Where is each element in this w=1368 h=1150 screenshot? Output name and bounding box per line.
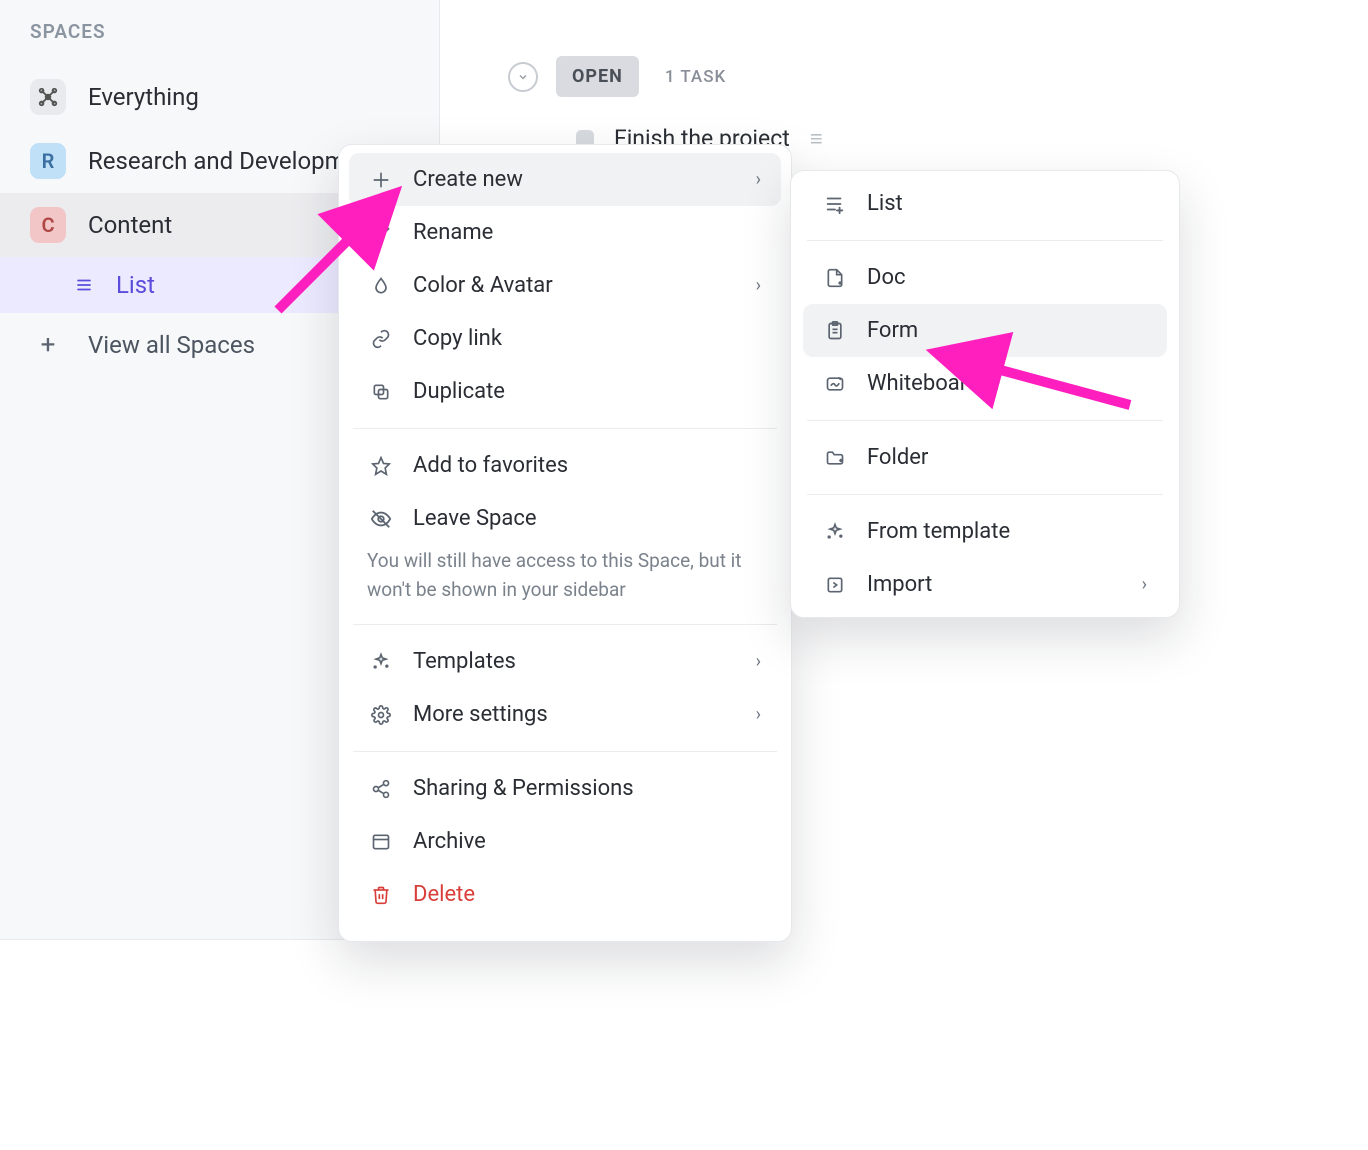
menu-separator [807, 494, 1163, 495]
submenu-doc[interactable]: Doc [803, 251, 1167, 304]
submenu-create-new: List Doc Form Whiteboard Folder From tem… [790, 170, 1180, 618]
folder-plus-icon [823, 446, 847, 470]
chevron-right-icon: › [756, 275, 761, 296]
sidebar-heading: SPACES [0, 16, 439, 65]
menu-archive[interactable]: Archive [349, 815, 781, 868]
drag-handle-icon[interactable]: ≡ [810, 126, 819, 152]
submenu-whiteboard[interactable]: Whiteboard [803, 357, 1167, 410]
plus-icon [369, 168, 393, 192]
menu-item-label: Create new [413, 167, 523, 192]
collapse-toggle[interactable] [508, 62, 538, 92]
menu-separator [353, 751, 777, 752]
import-icon [823, 573, 847, 597]
submenu-list[interactable]: List [803, 177, 1167, 230]
chevron-right-icon: › [756, 651, 761, 672]
trash-icon [369, 883, 393, 907]
menu-delete[interactable]: Delete [349, 868, 781, 921]
menu-item-label: Color & Avatar [413, 273, 553, 298]
menu-more-settings[interactable]: More settings › [349, 688, 781, 741]
list-plus-icon [823, 192, 847, 216]
space-badge-c: C [30, 207, 66, 243]
menu-leave-description: You will still have access to this Space… [343, 545, 787, 614]
menu-item-label: List [867, 191, 903, 216]
menu-rename[interactable]: Rename [349, 206, 781, 259]
menu-copy-link[interactable]: Copy link [349, 312, 781, 365]
status-pill-open[interactable]: OPEN [556, 56, 639, 97]
list-icon [72, 273, 96, 297]
space-badge-r: R [30, 143, 66, 179]
everything-icon [30, 79, 66, 115]
chevron-right-icon: › [756, 169, 761, 190]
menu-templates[interactable]: Templates › [349, 635, 781, 688]
context-menu-space: Create new › Rename Color & Avatar › Cop… [338, 144, 792, 942]
menu-favorites[interactable]: Add to favorites [349, 439, 781, 492]
menu-item-label: Doc [867, 265, 906, 290]
gear-icon [369, 703, 393, 727]
menu-item-label: More settings [413, 702, 548, 727]
menu-item-label: Leave Space [413, 506, 537, 531]
archive-icon [369, 830, 393, 854]
eye-off-icon [369, 507, 393, 531]
menu-item-label: Archive [413, 829, 486, 854]
chevron-right-icon: › [1142, 574, 1147, 595]
menu-item-label: Duplicate [413, 379, 505, 404]
task-count: 1 TASK [665, 67, 726, 87]
pencil-icon [369, 221, 393, 245]
sidebar-item-label: Content [88, 211, 172, 239]
menu-color-avatar[interactable]: Color & Avatar › [349, 259, 781, 312]
copy-icon [369, 380, 393, 404]
menu-item-label: Templates [413, 649, 516, 674]
menu-item-label: Folder [867, 445, 928, 470]
plus-icon: + [30, 327, 66, 363]
submenu-import[interactable]: Import › [803, 558, 1167, 611]
menu-separator [353, 624, 777, 625]
menu-item-label: Delete [413, 882, 475, 907]
menu-item-label: Whiteboard [867, 371, 979, 396]
menu-item-label: Rename [413, 220, 493, 245]
doc-icon [823, 266, 847, 290]
menu-leave-space[interactable]: Leave Space [349, 492, 781, 545]
sparkle-icon [823, 520, 847, 544]
status-row: OPEN 1 TASK [508, 56, 1328, 97]
sidebar-item-label: Everything [88, 83, 199, 111]
menu-item-label: Import [867, 572, 932, 597]
menu-duplicate[interactable]: Duplicate [349, 365, 781, 418]
menu-separator [807, 420, 1163, 421]
form-icon [823, 319, 847, 343]
sidebar-item-label: List [116, 271, 155, 299]
menu-sharing[interactable]: Sharing & Permissions [349, 762, 781, 815]
share-icon [369, 777, 393, 801]
submenu-form[interactable]: Form [803, 304, 1167, 357]
sidebar-item-label: Research and Development [88, 147, 380, 175]
whiteboard-icon [823, 372, 847, 396]
sidebar-item-label: View all Spaces [88, 331, 255, 359]
submenu-folder[interactable]: Folder [803, 431, 1167, 484]
link-icon [369, 327, 393, 351]
droplet-icon [369, 274, 393, 298]
menu-item-label: Copy link [413, 326, 502, 351]
menu-separator [807, 240, 1163, 241]
menu-item-label: From template [867, 519, 1010, 544]
chevron-right-icon: › [756, 704, 761, 725]
menu-item-label: Add to favorites [413, 453, 568, 478]
menu-item-label: Form [867, 318, 918, 343]
menu-separator [353, 428, 777, 429]
submenu-from-template[interactable]: From template [803, 505, 1167, 558]
menu-item-label: Sharing & Permissions [413, 776, 634, 801]
star-icon [369, 454, 393, 478]
sparkle-icon [369, 650, 393, 674]
sidebar-item-everything[interactable]: Everything [0, 65, 439, 129]
menu-create-new[interactable]: Create new › [349, 153, 781, 206]
